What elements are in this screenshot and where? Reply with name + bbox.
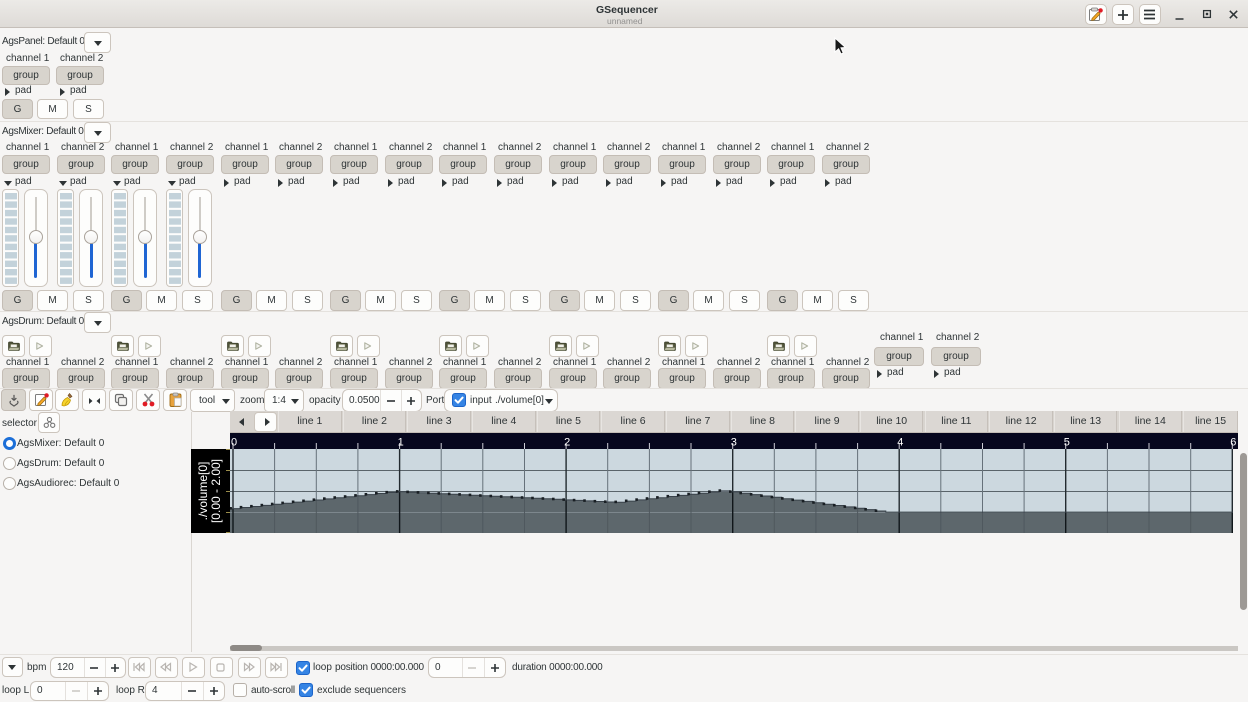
svg-text:3: 3 (731, 437, 737, 449)
svg-text:1: 1 (398, 437, 404, 449)
svg-text:6: 6 (1230, 437, 1236, 449)
svg-text:4: 4 (897, 437, 903, 449)
svg-text:5: 5 (1064, 437, 1070, 449)
svg-text:2: 2 (564, 437, 570, 449)
svg-text:0: 0 (231, 437, 237, 449)
